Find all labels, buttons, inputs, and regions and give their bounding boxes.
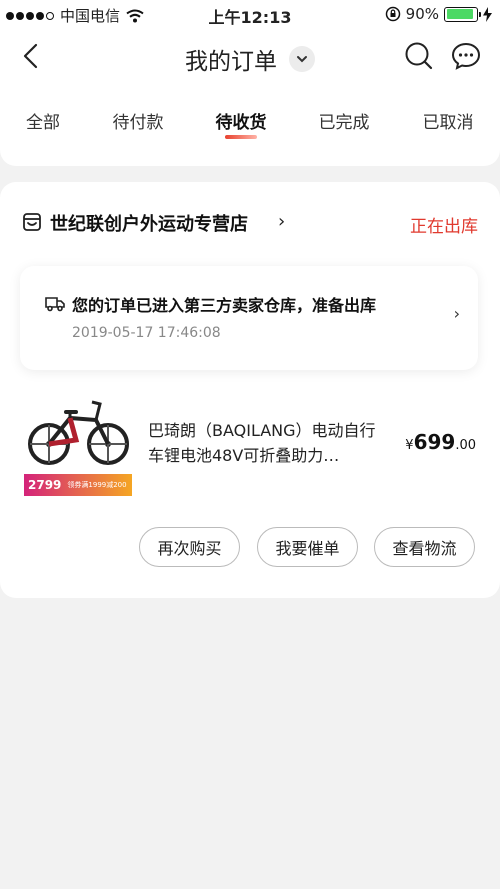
logistics-box[interactable]: 您的订单已进入第三方卖家仓库，准备出库 2019-05-17 17:46:08 … — [20, 266, 478, 370]
battery-icon — [444, 6, 481, 22]
tab-all[interactable]: 全部 — [3, 108, 83, 133]
tab-pending-receipt-label: 待收货 — [215, 113, 267, 133]
store-icon — [23, 213, 41, 231]
product-title[interactable]: 巴琦朗（BAQILANG）电动自行车锂电池48V可折叠助力… — [148, 418, 378, 468]
chevron-down-icon — [297, 56, 307, 63]
battery-fill — [446, 9, 473, 19]
search-icon[interactable] — [404, 41, 434, 71]
store-name: 世纪联创户外运动专营店 — [50, 214, 248, 235]
price-integer: 699 — [413, 430, 456, 454]
logistics-status-text: 您的订单已进入第三方卖家仓库，准备出库 — [72, 296, 377, 315]
header: 我的订单 全部 待付款 待收货 已完成 已取消 — [0, 28, 500, 166]
price-decimal: .00 — [455, 438, 476, 453]
order-card: 世纪联创户外运动专营店 › 正在出库 您的订单已进入第三方卖家仓库，准备出库 2… — [0, 182, 500, 598]
product-image[interactable]: 2799 领券满1999减200 — [24, 390, 132, 496]
logistics-timestamp: 2019-05-17 17:46:08 — [72, 325, 221, 341]
battery-percent: 90% — [405, 5, 439, 23]
store-chevron-icon: › — [278, 211, 286, 232]
status-right: 90% — [385, 5, 492, 23]
charging-icon — [483, 6, 492, 22]
truck-icon — [45, 297, 65, 312]
status-bar: 中国电信 上午12:13 90% — [0, 0, 500, 28]
order-status: 正在出库 — [410, 217, 478, 237]
tab-cancelled[interactable]: 已取消 — [408, 108, 488, 133]
promo-strip: 2799 领券满1999减200 — [24, 474, 132, 496]
thumb-promo: 领券满1999减200 — [67, 481, 127, 489]
tab-completed[interactable]: 已完成 — [304, 108, 384, 133]
view-logistics-button[interactable]: 查看物流 — [374, 527, 475, 567]
order-tabs: 全部 待付款 待收货 已完成 已取消 — [0, 108, 500, 148]
urge-order-button[interactable]: 我要催单 — [257, 527, 358, 567]
product-price: ¥699.00 — [405, 430, 476, 454]
thumb-price: 2799 — [28, 478, 62, 492]
bicycle-icon — [28, 400, 129, 465]
tab-pending-payment[interactable]: 待付款 — [98, 108, 178, 133]
title-dropdown-button[interactable] — [289, 46, 315, 72]
store-row[interactable]: 世纪联创户外运动专营店 › 正在出库 — [22, 210, 478, 238]
chat-icon[interactable] — [450, 41, 482, 71]
tab-pending-receipt[interactable]: 待收货 — [201, 108, 281, 139]
logistics-chevron-icon: › — [453, 304, 460, 323]
price-symbol: ¥ — [405, 438, 414, 453]
tab-active-indicator — [225, 135, 257, 139]
buy-again-button[interactable]: 再次购买 — [139, 527, 240, 567]
orientation-lock-icon — [385, 6, 400, 22]
page-title: 我的订单 — [185, 49, 277, 75]
